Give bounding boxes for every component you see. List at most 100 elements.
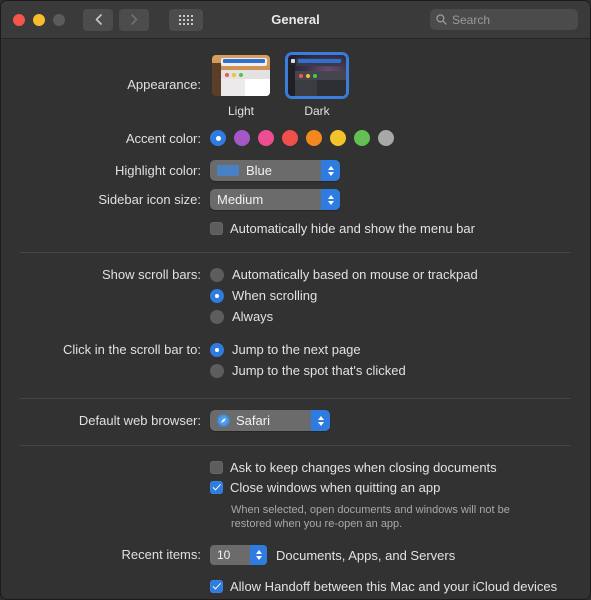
system-preferences-window: General Search Appearance: Light Dark Ac…: [0, 0, 591, 600]
auto-hide-menubar-checkbox-row[interactable]: Automatically hide and show the menu bar: [210, 218, 590, 238]
dark-window: [295, 71, 346, 96]
close-windows-label: Close windows when quitting an app: [230, 479, 441, 495]
ask-keep-changes-label: Ask to keep changes when closing documen…: [230, 459, 497, 475]
radio-spot-clicked[interactable]: [210, 363, 224, 378]
ask-keep-changes-checkbox[interactable]: [210, 460, 223, 474]
forward-button[interactable]: [119, 8, 149, 31]
scroll-bars-option-when-scrolling[interactable]: When scrolling: [210, 285, 590, 306]
recent-items-label: Recent items:: [121, 547, 201, 562]
show-scroll-bars-row: Show scroll bars: Automatically based on…: [1, 253, 590, 327]
chevron-right-icon: [130, 14, 137, 25]
sidebar-icon-size-value: Medium: [217, 192, 264, 207]
chevron-left-icon: [95, 14, 102, 25]
default-browser-label: Default web browser:: [78, 413, 201, 428]
accent-color-row: Accent color:: [1, 118, 590, 147]
dark-dock: [288, 65, 295, 96]
accent-swatch-graphite[interactable]: [378, 130, 394, 146]
stepper-arrows-icon[interactable]: [250, 545, 267, 565]
search-field[interactable]: Search: [430, 9, 578, 30]
handoff-checkbox[interactable]: [210, 579, 223, 593]
accent-swatch-purple[interactable]: [234, 130, 250, 146]
popup-arrows-icon: [321, 160, 340, 181]
navigation-buttons: [83, 8, 203, 31]
highlight-color-row: Highlight color: Blue: [1, 147, 590, 181]
light-theme-thumbnail[interactable]: [210, 53, 272, 98]
click-scroll-bar-label: Click in the scroll bar to:: [63, 342, 201, 357]
radio-when-scrolling-label: When scrolling: [232, 288, 318, 303]
radio-when-scrolling[interactable]: [210, 288, 224, 303]
default-browser-value: Safari: [236, 413, 270, 428]
radio-automatic[interactable]: [210, 267, 224, 282]
recent-items-stepper[interactable]: 10: [210, 545, 267, 565]
accent-swatch-green[interactable]: [354, 130, 370, 146]
radio-spot-clicked-label: Jump to the spot that's clicked: [232, 363, 406, 378]
handoff-row: Allow Handoff between this Mac and your …: [1, 565, 590, 596]
accent-swatch-blue[interactable]: [210, 130, 226, 146]
light-theme-label: Light: [227, 104, 255, 118]
click-scroll-bar-row: Click in the scroll bar to: Jump to the …: [1, 327, 590, 381]
scroll-bars-option-automatic[interactable]: Automatically based on mouse or trackpad: [210, 264, 590, 285]
radio-automatic-label: Automatically based on mouse or trackpad: [232, 267, 478, 282]
close-windows-checkbox-row[interactable]: Close windows when quitting an app: [210, 477, 590, 497]
grid-icon: [179, 14, 193, 25]
highlight-color-label: Highlight color:: [115, 163, 201, 178]
show-scroll-bars-label: Show scroll bars:: [102, 267, 201, 282]
click-option-next-page[interactable]: Jump to the next page: [210, 339, 590, 360]
zoom-button[interactable]: [53, 13, 65, 26]
close-windows-checkbox[interactable]: [210, 480, 223, 494]
default-browser-row: Default web browser: Safari: [1, 399, 590, 431]
appearance-option-light[interactable]: Light: [210, 53, 272, 118]
sidebar-icon-size-label: Sidebar icon size:: [98, 192, 201, 207]
search-placeholder: Search: [452, 12, 491, 27]
sidebar-icon-size-row: Sidebar icon size: Medium: [1, 181, 590, 210]
ask-keep-changes-row: Ask to keep changes when closing documen…: [1, 446, 590, 531]
popup-arrows-icon: [321, 189, 340, 210]
dark-menubar: [296, 58, 343, 66]
preferences-content: Appearance: Light Dark Accent color: Hig…: [1, 39, 590, 599]
accent-color-swatches: [210, 130, 590, 146]
radio-always-label: Always: [232, 309, 274, 324]
radio-always[interactable]: [210, 309, 224, 324]
auto-hide-menubar-checkbox[interactable]: [210, 221, 223, 235]
safari-icon: [217, 414, 230, 427]
light-dock: [212, 63, 221, 96]
titlebar: General Search: [1, 1, 590, 39]
close-button[interactable]: [13, 13, 25, 26]
auto-hide-menubar-label: Automatically hide and show the menu bar: [230, 220, 475, 236]
dark-apple-logo: [291, 59, 295, 63]
dark-theme-thumbnail[interactable]: [286, 53, 348, 98]
appearance-label: Appearance:: [127, 77, 201, 92]
search-icon: [436, 14, 447, 25]
back-button[interactable]: [83, 8, 113, 31]
handoff-checkbox-row[interactable]: Allow Handoff between this Mac and your …: [210, 576, 590, 596]
light-menubar: [221, 58, 267, 66]
handoff-label: Allow Handoff between this Mac and your …: [230, 578, 558, 594]
close-windows-help-text: When selected, open documents and window…: [231, 504, 510, 530]
accent-swatch-yellow[interactable]: [330, 130, 346, 146]
appearance-option-dark[interactable]: Dark: [286, 53, 348, 118]
accent-swatch-orange[interactable]: [306, 130, 322, 146]
default-browser-popup[interactable]: Safari: [210, 410, 330, 431]
click-option-spot-clicked[interactable]: Jump to the spot that's clicked: [210, 360, 590, 381]
show-all-button[interactable]: [169, 8, 203, 31]
radio-next-page[interactable]: [210, 342, 224, 357]
dark-theme-label: Dark: [304, 104, 330, 118]
popup-arrows-icon: [311, 410, 330, 431]
appearance-row: Appearance: Light Dark: [1, 39, 590, 118]
accent-swatch-red[interactable]: [282, 130, 298, 146]
scroll-bars-option-always[interactable]: Always: [210, 306, 590, 327]
recent-items-row: Recent items: 10 Documents, Apps, and Se…: [1, 531, 590, 565]
highlight-color-chip: [217, 165, 239, 176]
light-window: [221, 70, 270, 96]
highlight-color-popup[interactable]: Blue: [210, 160, 340, 181]
highlight-color-value: Blue: [246, 163, 273, 178]
recent-items-suffix: Documents, Apps, and Servers: [276, 547, 456, 563]
appearance-options: Light Dark: [210, 53, 590, 118]
ask-keep-changes-checkbox-row[interactable]: Ask to keep changes when closing documen…: [210, 457, 590, 477]
minimize-button[interactable]: [33, 13, 45, 26]
radio-next-page-label: Jump to the next page: [232, 342, 361, 357]
traffic-lights: [13, 13, 65, 26]
recent-items-value: 10: [217, 548, 231, 562]
sidebar-icon-size-popup[interactable]: Medium: [210, 189, 340, 210]
accent-swatch-pink[interactable]: [258, 130, 274, 146]
